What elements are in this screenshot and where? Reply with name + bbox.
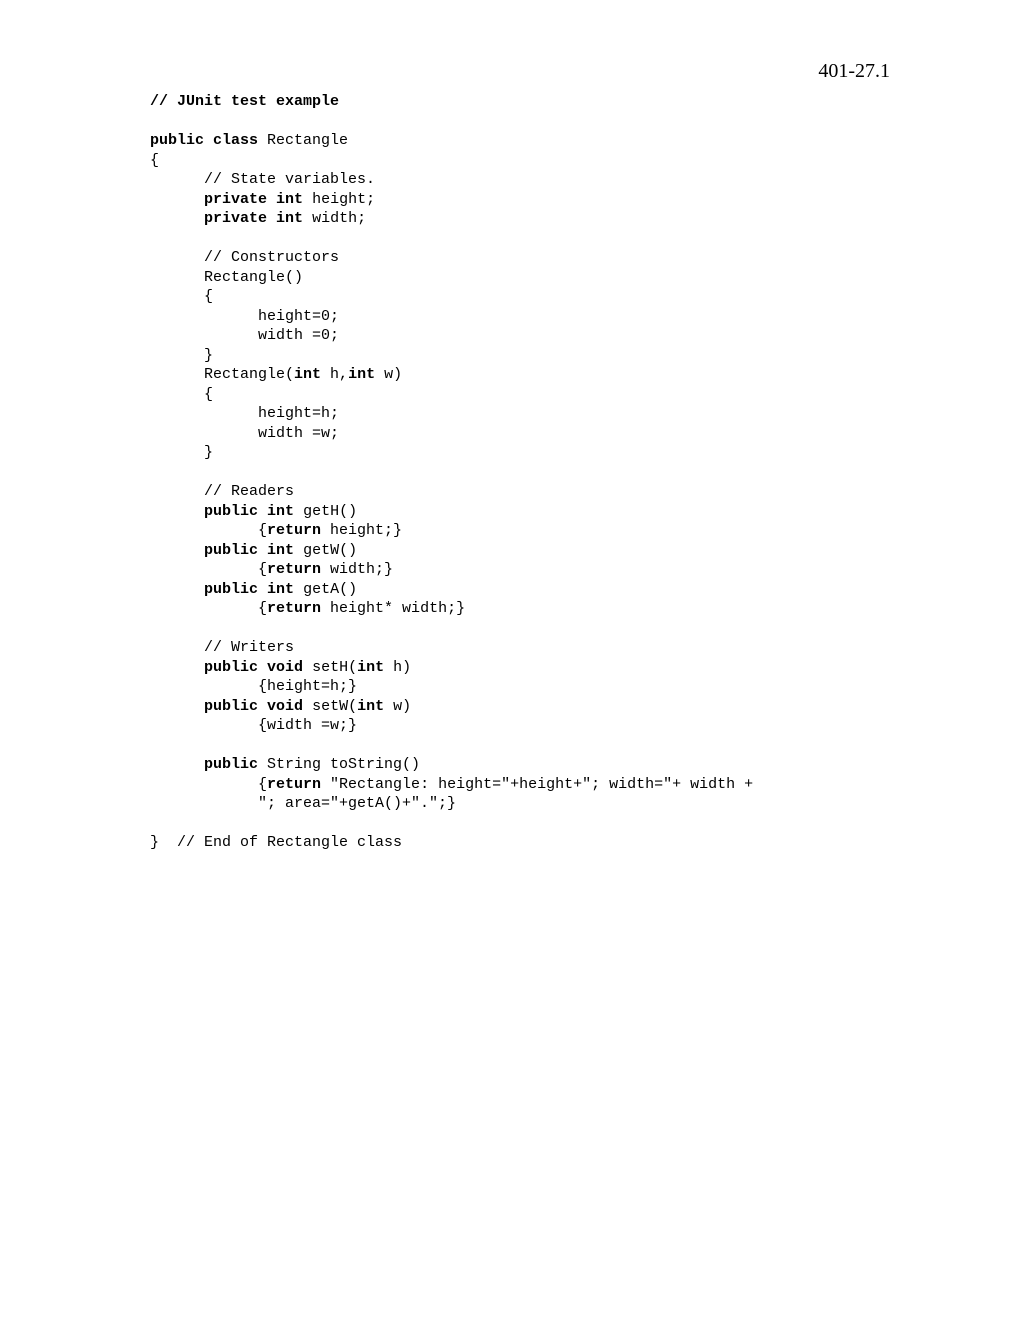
code-text: { bbox=[150, 386, 213, 403]
code-text: getH() bbox=[294, 503, 357, 520]
code-text: h, bbox=[321, 366, 348, 383]
kw-public: public bbox=[204, 756, 258, 773]
code-text: {width =w;} bbox=[150, 717, 357, 734]
code-text: setH( bbox=[303, 659, 357, 676]
kw-int: int bbox=[267, 503, 294, 520]
code-text: Rectangle bbox=[258, 132, 348, 149]
code-text: "; area="+getA()+".";} bbox=[150, 795, 456, 812]
code-text: } bbox=[150, 347, 213, 364]
kw-public: public bbox=[204, 659, 258, 676]
code-text: height* width;} bbox=[321, 600, 465, 617]
code-text: width;} bbox=[321, 561, 393, 578]
code-text: { bbox=[150, 600, 267, 617]
kw-int: int bbox=[276, 210, 303, 227]
code-text: w) bbox=[375, 366, 402, 383]
code-text: } bbox=[150, 444, 213, 461]
kw-int: int bbox=[348, 366, 375, 383]
code-text: // Writers bbox=[150, 639, 294, 656]
code-text: width =0; bbox=[150, 327, 339, 344]
code-text: } // End of Rectangle class bbox=[150, 834, 402, 851]
kw-private: private bbox=[204, 210, 267, 227]
code-text: // State variables. bbox=[150, 171, 375, 188]
kw-public: public bbox=[204, 503, 258, 520]
code-text: { bbox=[150, 776, 267, 793]
kw-return: return bbox=[267, 522, 321, 539]
code-text: getA() bbox=[294, 581, 357, 598]
code-text: Rectangle( bbox=[150, 366, 294, 383]
code-text: height=h; bbox=[150, 405, 339, 422]
code-text: height=0; bbox=[150, 308, 339, 325]
kw-int: int bbox=[357, 698, 384, 715]
kw-return: return bbox=[267, 561, 321, 578]
page-number: 401-27.1 bbox=[818, 60, 890, 83]
code-text: width; bbox=[303, 210, 366, 227]
kw-return: return bbox=[267, 600, 321, 617]
kw-void: void bbox=[267, 698, 303, 715]
code-text: setW( bbox=[303, 698, 357, 715]
kw-int: int bbox=[267, 542, 294, 559]
code-block: // JUnit test example public class Recta… bbox=[150, 92, 753, 853]
code-text: width =w; bbox=[150, 425, 339, 442]
kw-int: int bbox=[276, 191, 303, 208]
kw-int: int bbox=[267, 581, 294, 598]
code-text: height;} bbox=[321, 522, 402, 539]
code-text: getW() bbox=[294, 542, 357, 559]
code-text: Rectangle() bbox=[150, 269, 303, 286]
kw-class: class bbox=[213, 132, 258, 149]
code-text: // Constructors bbox=[150, 249, 339, 266]
code-text: { bbox=[150, 561, 267, 578]
kw-return: return bbox=[267, 776, 321, 793]
kw-public: public bbox=[204, 542, 258, 559]
code-text: { bbox=[150, 152, 159, 169]
code-text: w) bbox=[384, 698, 411, 715]
kw-public: public bbox=[204, 698, 258, 715]
kw-void: void bbox=[267, 659, 303, 676]
code-text: height; bbox=[303, 191, 375, 208]
code-text: h) bbox=[384, 659, 411, 676]
kw-int: int bbox=[357, 659, 384, 676]
code-text: "Rectangle: height="+height+"; width="+ … bbox=[321, 776, 753, 793]
code-text: { bbox=[150, 522, 267, 539]
kw-int: int bbox=[294, 366, 321, 383]
code-text: { bbox=[150, 288, 213, 305]
kw-private: private bbox=[204, 191, 267, 208]
kw-public: public bbox=[204, 581, 258, 598]
code-text: {height=h;} bbox=[150, 678, 357, 695]
code-text: String toString() bbox=[258, 756, 420, 773]
code-line: // JUnit test example bbox=[150, 93, 339, 110]
kw-public: public bbox=[150, 132, 204, 149]
code-text: // Readers bbox=[150, 483, 294, 500]
